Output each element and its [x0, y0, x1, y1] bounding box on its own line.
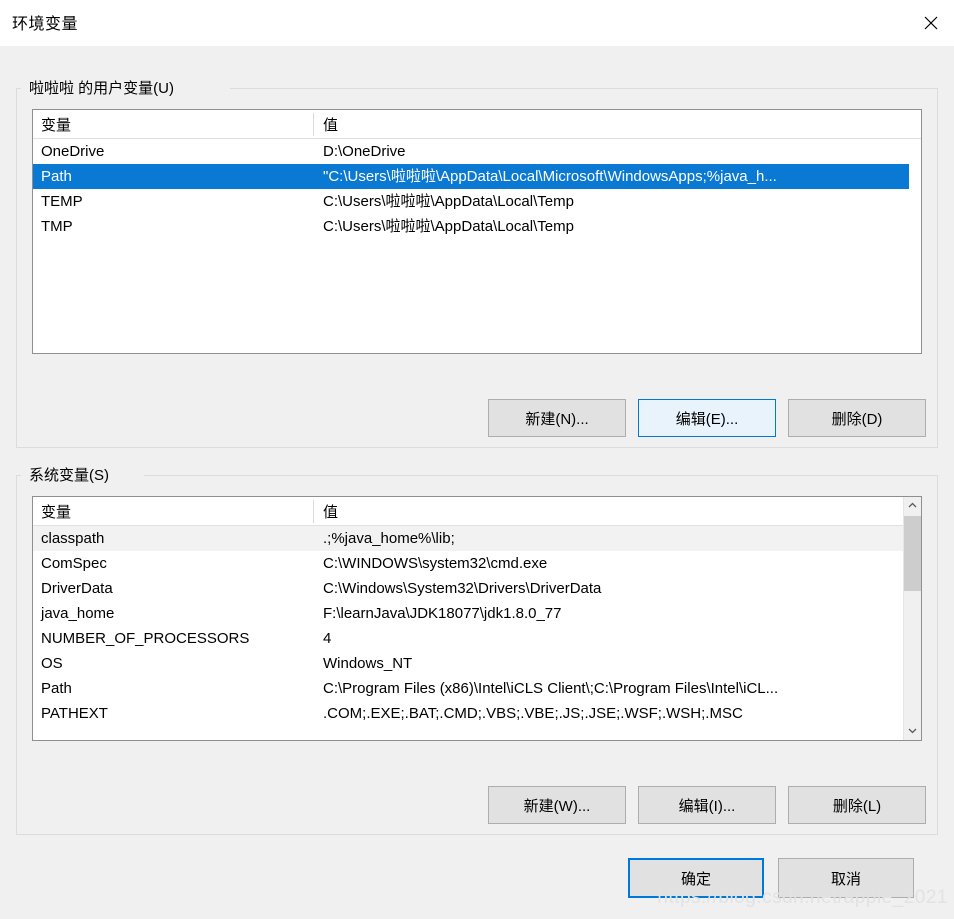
system-variables-list[interactable]: 变量 值 classpath .;%java_home%\lib; ComSpec C…	[32, 496, 922, 741]
table-row[interactable]: Path "C:\Users\啦啦啦\AppData\Local\Microsof…	[33, 164, 921, 189]
user-edit-button[interactable]: 编辑(E)...	[638, 399, 776, 437]
cell-variable-name: Path	[41, 680, 72, 697]
user-list-rows: OneDrive D:\OneDrive Path "C:\Users\啦啦啦\App…	[33, 139, 921, 353]
user-variables-group: 啦啦啦 的用户变量(U) 变量 值 OneDrive D:\OneDrive Pat…	[16, 79, 938, 448]
cell-variable-value: C:\Windows\System32\Drivers\DriverData	[323, 580, 602, 597]
cell-variable-name: Path	[41, 168, 72, 185]
close-icon	[923, 15, 939, 31]
system-group-topline-left	[16, 475, 21, 476]
system-new-button[interactable]: 新建(W)...	[488, 786, 626, 824]
scroll-down-button[interactable]	[904, 722, 921, 740]
window-title: 环境变量	[12, 16, 79, 33]
cell-variable-name: ComSpec	[41, 555, 107, 572]
cell-variable-value: F:\learnJava\JDK18077\jdk1.8.0_77	[323, 605, 562, 622]
cell-variable-name: OneDrive	[41, 143, 105, 160]
cell-variable-name: TMP	[41, 218, 73, 235]
cell-variable-value: C:\Users\啦啦啦\AppData\Local\Temp	[323, 218, 574, 235]
scroll-up-button[interactable]	[904, 497, 921, 515]
table-row[interactable]: classpath .;%java_home%\lib;	[33, 526, 903, 551]
cell-variable-value: .;%java_home%\lib;	[323, 530, 455, 547]
cell-variable-name: DriverData	[41, 580, 113, 597]
chevron-down-icon	[907, 723, 918, 740]
title-bar: 环境变量	[0, 0, 954, 46]
chevron-up-icon	[907, 498, 918, 515]
cell-variable-name: TEMP	[41, 193, 83, 210]
cell-variable-name: java_home	[41, 605, 115, 622]
cancel-button[interactable]: 取消	[778, 858, 914, 898]
user-col-header-value[interactable]: 值	[323, 114, 338, 135]
cell-variable-name: classpath	[41, 530, 105, 547]
table-row[interactable]: OS Windows_NT	[33, 651, 903, 676]
table-row[interactable]: OneDrive D:\OneDrive	[33, 139, 921, 164]
table-row[interactable]: TEMP C:\Users\啦啦啦\AppData\Local\Temp	[33, 189, 921, 214]
cell-variable-value: C:\Program Files (x86)\Intel\iCLS Client…	[323, 680, 779, 697]
table-row[interactable]: ComSpec C:\WINDOWS\system32\cmd.exe	[33, 551, 903, 576]
system-edit-button[interactable]: 编辑(I)...	[638, 786, 776, 824]
dialog-body: 啦啦啦 的用户变量(U) 变量 值 OneDrive D:\OneDrive Pat…	[0, 46, 954, 919]
table-row[interactable]: PATHEXT .COM;.EXE;.BAT;.CMD;.VBS;.VBE;.JS…	[33, 701, 903, 726]
cell-variable-name: OS	[41, 655, 63, 672]
table-row[interactable]: NUMBER_OF_PROCESSORS 4	[33, 626, 903, 651]
cell-variable-value: C:\Users\啦啦啦\AppData\Local\Temp	[323, 193, 574, 210]
table-row[interactable]: TMP C:\Users\啦啦啦\AppData\Local\Temp	[33, 214, 921, 239]
system-delete-button[interactable]: 删除(L)	[788, 786, 926, 824]
system-col-header-value[interactable]: 值	[323, 501, 338, 522]
user-list-header: 变量 值	[33, 110, 921, 139]
user-col-divider[interactable]	[313, 113, 314, 136]
cell-variable-value: C:\WINDOWS\system32\cmd.exe	[323, 555, 548, 572]
system-list-header: 变量 值	[33, 497, 903, 526]
cell-variable-value: Windows_NT	[323, 655, 413, 672]
user-group-topline-right	[230, 88, 938, 89]
cell-variable-value: "C:\Users\啦啦啦\AppData\Local\Microsoft\Wi…	[323, 168, 777, 185]
system-group-topline-right	[144, 475, 938, 476]
table-row[interactable]: java_home F:\learnJava\JDK18077\jdk1.8.0_…	[33, 601, 903, 626]
user-group-legend: 啦啦啦 的用户变量(U)	[24, 79, 179, 98]
cell-variable-name: PATHEXT	[41, 705, 108, 722]
user-new-button[interactable]: 新建(N)...	[488, 399, 626, 437]
system-group-legend: 系统变量(S)	[24, 466, 114, 485]
system-col-divider[interactable]	[313, 500, 314, 523]
system-list-scrollbar[interactable]	[903, 497, 921, 740]
cell-variable-value: .COM;.EXE;.BAT;.CMD;.VBS;.VBE;.JS;.JSE;.…	[323, 705, 743, 722]
table-row[interactable]: DriverData C:\Windows\System32\Drivers\Dr…	[33, 576, 903, 601]
user-col-header-name[interactable]: 变量	[41, 114, 71, 135]
system-variables-group: 系统变量(S) 变量 值 classpath .;%java_home%\lib;…	[16, 466, 938, 835]
user-delete-button[interactable]: 删除(D)	[788, 399, 926, 437]
ok-button[interactable]: 确定	[628, 858, 764, 898]
user-variables-list[interactable]: 变量 值 OneDrive D:\OneDrive Path "C:\Users\啦啦…	[32, 109, 922, 354]
user-group-topline-left	[16, 88, 21, 89]
cell-variable-name: NUMBER_OF_PROCESSORS	[41, 630, 250, 647]
cell-variable-value: D:\OneDrive	[323, 143, 406, 160]
system-col-header-name[interactable]: 变量	[41, 501, 71, 522]
table-row[interactable]: Path C:\Program Files (x86)\Intel\iCLS Cl…	[33, 676, 903, 701]
scroll-thumb[interactable]	[904, 516, 921, 591]
system-list-rows: classpath .;%java_home%\lib; ComSpec C:\WIN…	[33, 526, 903, 740]
close-button[interactable]	[908, 0, 954, 46]
cell-variable-value: 4	[323, 630, 332, 647]
